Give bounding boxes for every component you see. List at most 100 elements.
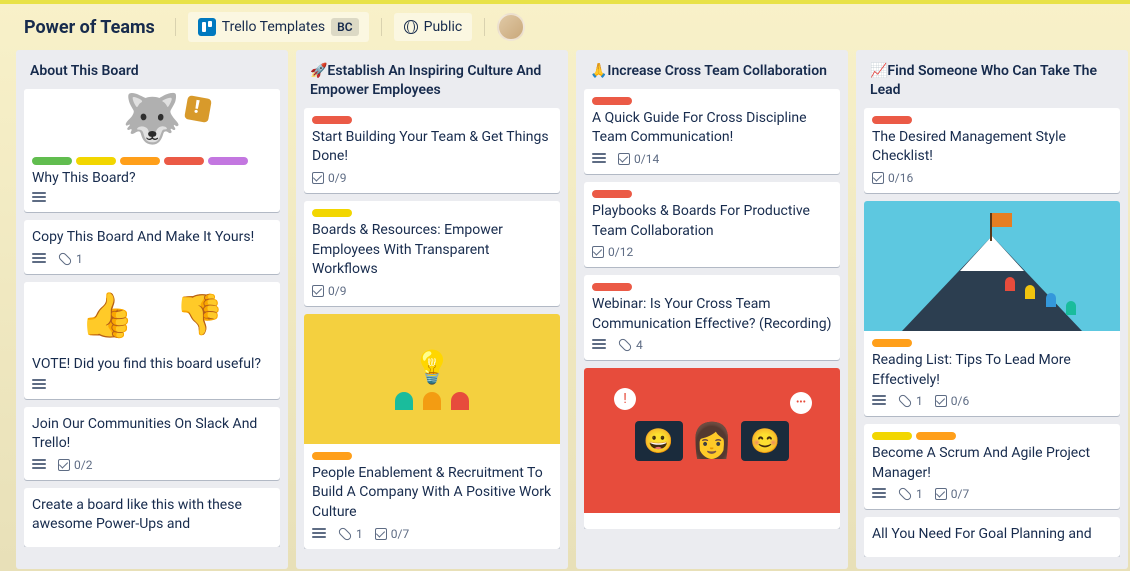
card-title: Create a board like this with these awes… [32,496,272,535]
label-orange[interactable] [120,157,160,165]
checklist-badge: 0/9 [312,171,346,185]
card-labels [312,452,552,460]
card[interactable]: Join Our Communities On Slack And Trello… [24,407,280,480]
card[interactable]: 👍👎VOTE! Did you find this board useful? [24,282,280,399]
label-red[interactable] [592,190,632,198]
list-title[interactable]: 🚀Establish An Inspiring Culture And Empo… [304,58,560,108]
board-title[interactable]: Power of Teams [16,13,163,42]
list-title[interactable]: 📈Find Someone Who Can Take The Lead [864,58,1120,108]
list-title[interactable]: About This Board [24,58,280,89]
list-cards: A Quick Guide For Cross Discipline Team … [584,89,840,530]
label-orange[interactable] [872,339,912,347]
checklist-badge: 0/7 [935,487,969,501]
label-red[interactable] [592,283,632,291]
list-cards: Why This Board? Copy This Board And Make … [24,89,280,547]
globe-icon [404,20,418,34]
board-canvas[interactable]: About This BoardWhy This Board? Copy This… [0,50,1130,569]
templates-label: Trello Templates [222,19,325,35]
label-yellow[interactable] [76,157,116,165]
label-green[interactable] [32,157,72,165]
card-labels [312,209,552,217]
checklist-badge: 0/14 [618,152,659,166]
checklist-icon [618,153,630,165]
card-badges: 0/9 [312,284,552,298]
card[interactable]: All You Need For Goal Planning and [864,517,1120,557]
attachment-badge: 1 [898,487,923,501]
card-cover: 👍👎 [24,282,280,347]
checklist-badge: 0/2 [58,458,92,472]
attachment-badge: 4 [618,338,643,352]
card[interactable]: A Quick Guide For Cross Discipline Team … [584,89,840,174]
checklist-badge: 0/7 [375,527,409,541]
card[interactable]: Boards & Resources: Empower Employees Wi… [304,201,560,306]
description-icon [32,379,46,391]
checklist-icon [312,285,324,297]
label-yellow[interactable] [312,209,352,217]
card-title: Webinar: Is Your Cross Team Communicatio… [592,295,832,334]
card-title: A Quick Guide For Cross Discipline Team … [592,109,832,148]
card-title: Copy This Board And Make It Yours! [32,228,272,248]
checklist-icon [872,172,884,184]
visibility-button[interactable]: Public [394,13,473,41]
workspace-badge: BC [331,18,358,36]
card-badges: 10/6 [872,394,1112,408]
card-title: The Desired Management Style Checklist! [872,128,1112,167]
card-labels [592,97,832,105]
description-icon [592,153,606,165]
visibility-label: Public [424,19,463,35]
card[interactable]: Copy This Board And Make It Yours!1 [24,220,280,274]
card-labels [32,157,272,165]
card-labels [592,190,832,198]
list: 📈Find Someone Who Can Take The LeadThe D… [856,50,1128,569]
avatar[interactable] [497,13,525,41]
card[interactable]: The Desired Management Style Checklist! 0… [864,108,1120,193]
divider [484,18,485,36]
card-labels [312,116,552,124]
checklist-badge: 0/9 [312,284,346,298]
card[interactable]: Reading List: Tips To Lead More Effectiv… [864,201,1120,416]
list-title[interactable]: 🙏Increase Cross Team Collaboration [584,58,840,89]
board-header: Power of Teams Trello Templates BC Publi… [0,4,1130,50]
attachment-badge: 1 [898,394,923,408]
card-cover [864,201,1120,331]
card[interactable]: Playbooks & Boards For Productive Team C… [584,182,840,267]
card[interactable]: 😀👩😊!••• [584,368,840,529]
card-cover [24,89,280,149]
card-badges [32,192,272,204]
label-orange[interactable] [916,432,956,440]
card-labels [872,432,1112,440]
card-badges: 0/12 [592,245,832,259]
card-badges [32,379,272,391]
trello-icon [198,18,216,36]
templates-button[interactable]: Trello Templates BC [188,12,369,42]
description-icon [32,253,46,265]
card[interactable]: Become A Scrum And Agile Project Manager… [864,424,1120,509]
card[interactable]: Why This Board? [24,89,280,213]
card-title: Join Our Communities On Slack And Trello… [32,415,272,454]
card[interactable]: Create a board like this with these awes… [24,488,280,547]
description-icon [32,192,46,204]
label-red[interactable] [312,116,352,124]
paperclip-icon [895,391,915,411]
description-icon [32,459,46,471]
card[interactable]: 💡People Enablement & Recruitment To Buil… [304,314,560,549]
card-badges: 4 [592,338,832,352]
description-icon [872,488,886,500]
label-red[interactable] [592,97,632,105]
label-yellow[interactable] [872,432,912,440]
card-labels [872,116,1112,124]
card[interactable]: Start Building Your Team & Get Things Do… [304,108,560,193]
divider [381,18,382,36]
label-red[interactable] [872,116,912,124]
card-cover: 😀👩😊!••• [584,368,840,513]
card[interactable]: Webinar: Is Your Cross Team Communicatio… [584,275,840,360]
label-red[interactable] [164,157,204,165]
label-orange[interactable] [312,452,352,460]
description-icon [592,339,606,351]
card-title: People Enablement & Recruitment To Build… [312,464,552,523]
label-purple[interactable] [208,157,248,165]
divider [175,18,176,36]
checklist-badge: 0/12 [592,245,633,259]
description-icon [872,395,886,407]
card-badges: 0/16 [872,171,1112,185]
